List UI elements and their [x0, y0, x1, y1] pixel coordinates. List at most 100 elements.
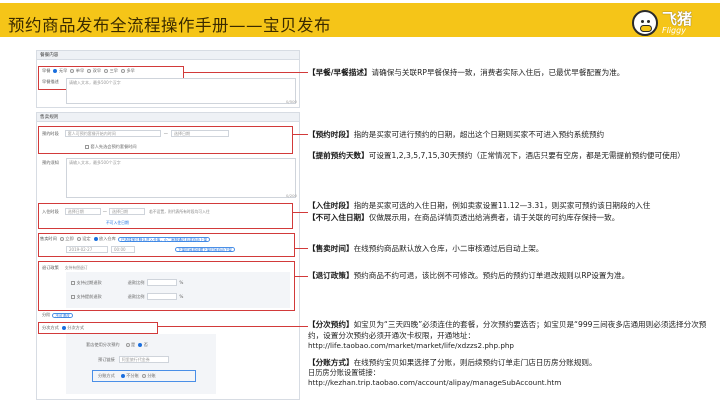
stage-no-label: 否 [143, 342, 148, 347]
stage-mode-label: 分次方式 [42, 325, 59, 330]
no-checkin-row: 不可入住日期 [106, 220, 129, 226]
split-label: 分账方式 [98, 373, 115, 378]
note-book: 【预约时段】指的是买家可进行预约的日期，超出这个日期则买家不可进入预约系统预约 [308, 129, 712, 140]
note-meal-kw: 【早餐/早餐描述】 [308, 68, 372, 77]
note-no-checkin-kw: 【不可入住日期】 [308, 213, 369, 222]
refund-sub2-row: 支持提前退款 退款比例 % [68, 293, 183, 300]
checkin-row: 入住时段 选择日期 — 选择日期 若不设置，则代表所有时段均可入住 [42, 208, 210, 215]
note-refund-kw: 【退订政策】 [308, 271, 354, 280]
refund-row: 退订政策 支持有偿退订 [42, 265, 88, 271]
meal-radio-0[interactable] [53, 69, 58, 73]
sale-tip2-badge: 下架时间将依据下架时间自动下架 [175, 247, 235, 252]
split-radio-1[interactable] [141, 374, 146, 378]
refund-ratio-label-1: 退款比例 [127, 279, 145, 285]
meal-radio-2[interactable] [87, 69, 92, 73]
stage-count-label: 套店使用分次预约 [86, 342, 120, 347]
note-meal-text: 请确保与关联RP早餐保持一致，消费者实际入住后，已最优早餐配置为准。 [371, 68, 625, 77]
refund-unit-2: % [179, 294, 184, 299]
note-stage-kw: 【分次预约】 [308, 320, 354, 329]
sale-time-row: 售卖时间 立即 设定 放入仓库 已选择宝贝默认进入仓库，小二审核通过后将自动上架 [40, 236, 211, 242]
checkin-start-input[interactable]: 选择日期 [64, 208, 101, 215]
note-checkin-text: 指的是买家可选的入住日期，例如卖家设置11.12—3.31，则买家可预约该日期段… [353, 201, 651, 210]
sale-date-row: 2019-02-27 00:00 下架时间将依据下架时间自动下架 [66, 246, 235, 253]
refund-detail-panel [66, 272, 290, 308]
note-stage-text: 如宝贝为“三天四晚”必须连住的套餐，分次预约要选否；如宝贝是“999三间夜多店通… [308, 320, 707, 340]
meal-row: 早餐 无早 单早 双早 三早 多早 [42, 68, 135, 74]
stage-mode-value: 分次方式 [67, 325, 85, 330]
meal-label: 早餐 [42, 68, 51, 73]
meal-arrow [184, 72, 308, 73]
slide-header: 预约商品发布全流程操作手册——宝贝发布 飞猪 Fliggy [0, 0, 720, 40]
stage-mode-radio[interactable] [61, 326, 66, 330]
sale-radio-1[interactable] [76, 237, 81, 241]
refund-sub2-label: 支持提前退款 [76, 293, 102, 299]
meal-option-3: 三早 [109, 68, 118, 73]
form-screenshot: 餐餐内容 早餐 无早 单早 双早 三早 多早 早餐描述 请输入文本，最多500个… [36, 50, 300, 400]
sale-clock-input[interactable]: 00:00 [111, 246, 135, 253]
meal-desc-counter: 0/500 [286, 99, 297, 104]
range-dash: — [163, 131, 168, 136]
stage-no-radio[interactable] [138, 343, 143, 347]
refund-ratio-input-1[interactable] [147, 279, 178, 286]
no-checkin-link[interactable]: 不可入住日期 [106, 220, 129, 226]
sale-radio-2[interactable] [93, 237, 98, 241]
meal-option-1: 单早 [75, 68, 85, 73]
sale-option-0: 立即 [65, 236, 74, 241]
book-arrow [293, 134, 308, 135]
meal-radio-1[interactable] [70, 69, 75, 73]
note-split-sub: 日历房分账设置链接： [308, 368, 380, 377]
meal-option-4: 多早 [126, 68, 135, 73]
checkin-highlight-box [38, 203, 293, 229]
stage-arrow [158, 326, 308, 327]
book-note-row: 预约须知 [42, 160, 59, 166]
note-split-link[interactable]: http://kezhan.trip.taobao.com/account/al… [308, 378, 561, 387]
split-option-0: 不分账 [126, 373, 139, 378]
note-no-checkin-text: 仅做展示用，在商品详情页透出给消费者，请于关联的可约库存保持一致。 [368, 213, 620, 222]
note-stage-link[interactable]: http://life.taobao.com/market/market/lif… [308, 341, 514, 350]
sale-option-2: 放入仓库 [99, 236, 116, 241]
checkin-end-input[interactable]: 选择日期 [108, 208, 145, 215]
refund-ratio-label-2: 退款比例 [127, 293, 145, 299]
stage-link-select[interactable]: 阿里旅行代金券 [118, 356, 169, 363]
book-note-textarea[interactable]: 请输入文本，最多500个汉字 [66, 158, 296, 198]
note-refund: 【退订政策】预约商品不约可退，该比例不可修改。预约后的预约订单退改规则以RP设置… [308, 270, 712, 281]
stage-label: 分阶 [42, 312, 51, 317]
book-period-row: 预约时段 套人可预约套餐开始内时间 — 选择日期 [42, 130, 229, 137]
refund-ratio-input-2[interactable] [147, 293, 178, 300]
checkin-arrow [293, 212, 308, 213]
page-title: 预约商品发布全流程操作手册——宝贝发布 [8, 16, 331, 35]
sale-radio-0[interactable] [59, 237, 64, 241]
note-sale-kw: 【售卖时间】 [308, 244, 354, 253]
stage-yes-label: 是 [131, 342, 136, 347]
note-sale-text: 在线预约商品默认放入仓库，小二审核通过后自动上架。 [353, 244, 544, 253]
stage-link-label: 预订链接 [98, 356, 115, 362]
book-period-end-input[interactable]: 选择日期 [170, 130, 229, 137]
split-radio-0[interactable] [120, 374, 125, 378]
note-checkin: 【入住时段】指的是买家可选的入住日期，例如卖家设置11.12—3.31，则买家可… [308, 200, 716, 211]
meal-radio-4[interactable] [120, 69, 125, 73]
note-meal: 【早餐/早餐描述】请确保与关联RP早餐保持一致，消费者实际入住后，已最优早餐配置… [308, 67, 712, 78]
meal-option-2: 双早 [92, 68, 102, 73]
stage-yes-radio[interactable] [125, 343, 130, 347]
note-refund-text: 预约商品不约可退，该比例不可修改。预约后的预约订单退改规则以RP设置为准。 [353, 271, 630, 280]
refund-sub2-checkbox[interactable] [71, 294, 75, 299]
meal-radio-3[interactable] [104, 69, 109, 73]
book-advance-checkbox[interactable] [85, 145, 89, 149]
refund-label: 退订政策 [42, 265, 59, 270]
note-split-kw: 【分账方式】 [308, 358, 354, 367]
book-note-counter: 0/200 [286, 193, 297, 198]
split-option-1: 分账 [147, 373, 156, 378]
sale-date-input[interactable]: 2019-02-27 [66, 246, 108, 253]
refund-sub1-checkbox[interactable] [71, 280, 75, 285]
note-split-text: 在线预约宝贝如果选择了分账，则后续预约订单走门店日历房分账规则。 [353, 358, 597, 367]
meal-desc-textarea[interactable]: 请输入文本，最多500个汉字 [66, 78, 296, 104]
book-period-start-input[interactable]: 套人可预约套餐开始内时间 [64, 130, 161, 137]
meal-desc-label: 早餐描述 [42, 79, 59, 84]
stage-mode-row: 分次方式 分次方式 [42, 325, 84, 331]
checkin-hint: 若不设置，则代表所有时段均可入住 [148, 208, 210, 214]
sale-tip-badge: 已选择宝贝默认进入仓库，小二审核通过后将自动上架 [117, 236, 211, 242]
sale-option-1: 设定 [82, 236, 91, 241]
logo-cn-text: 飞猪 [662, 9, 693, 28]
note-no-checkin: 【不可入住日期】仅做展示用，在商品详情页透出给消费者，请于关联的可约库存保持一致… [308, 212, 716, 223]
note-stage: 【分次预约】如宝贝为“三天四晚”必须连住的套餐，分次预约要选否；如宝贝是“999… [308, 320, 712, 352]
